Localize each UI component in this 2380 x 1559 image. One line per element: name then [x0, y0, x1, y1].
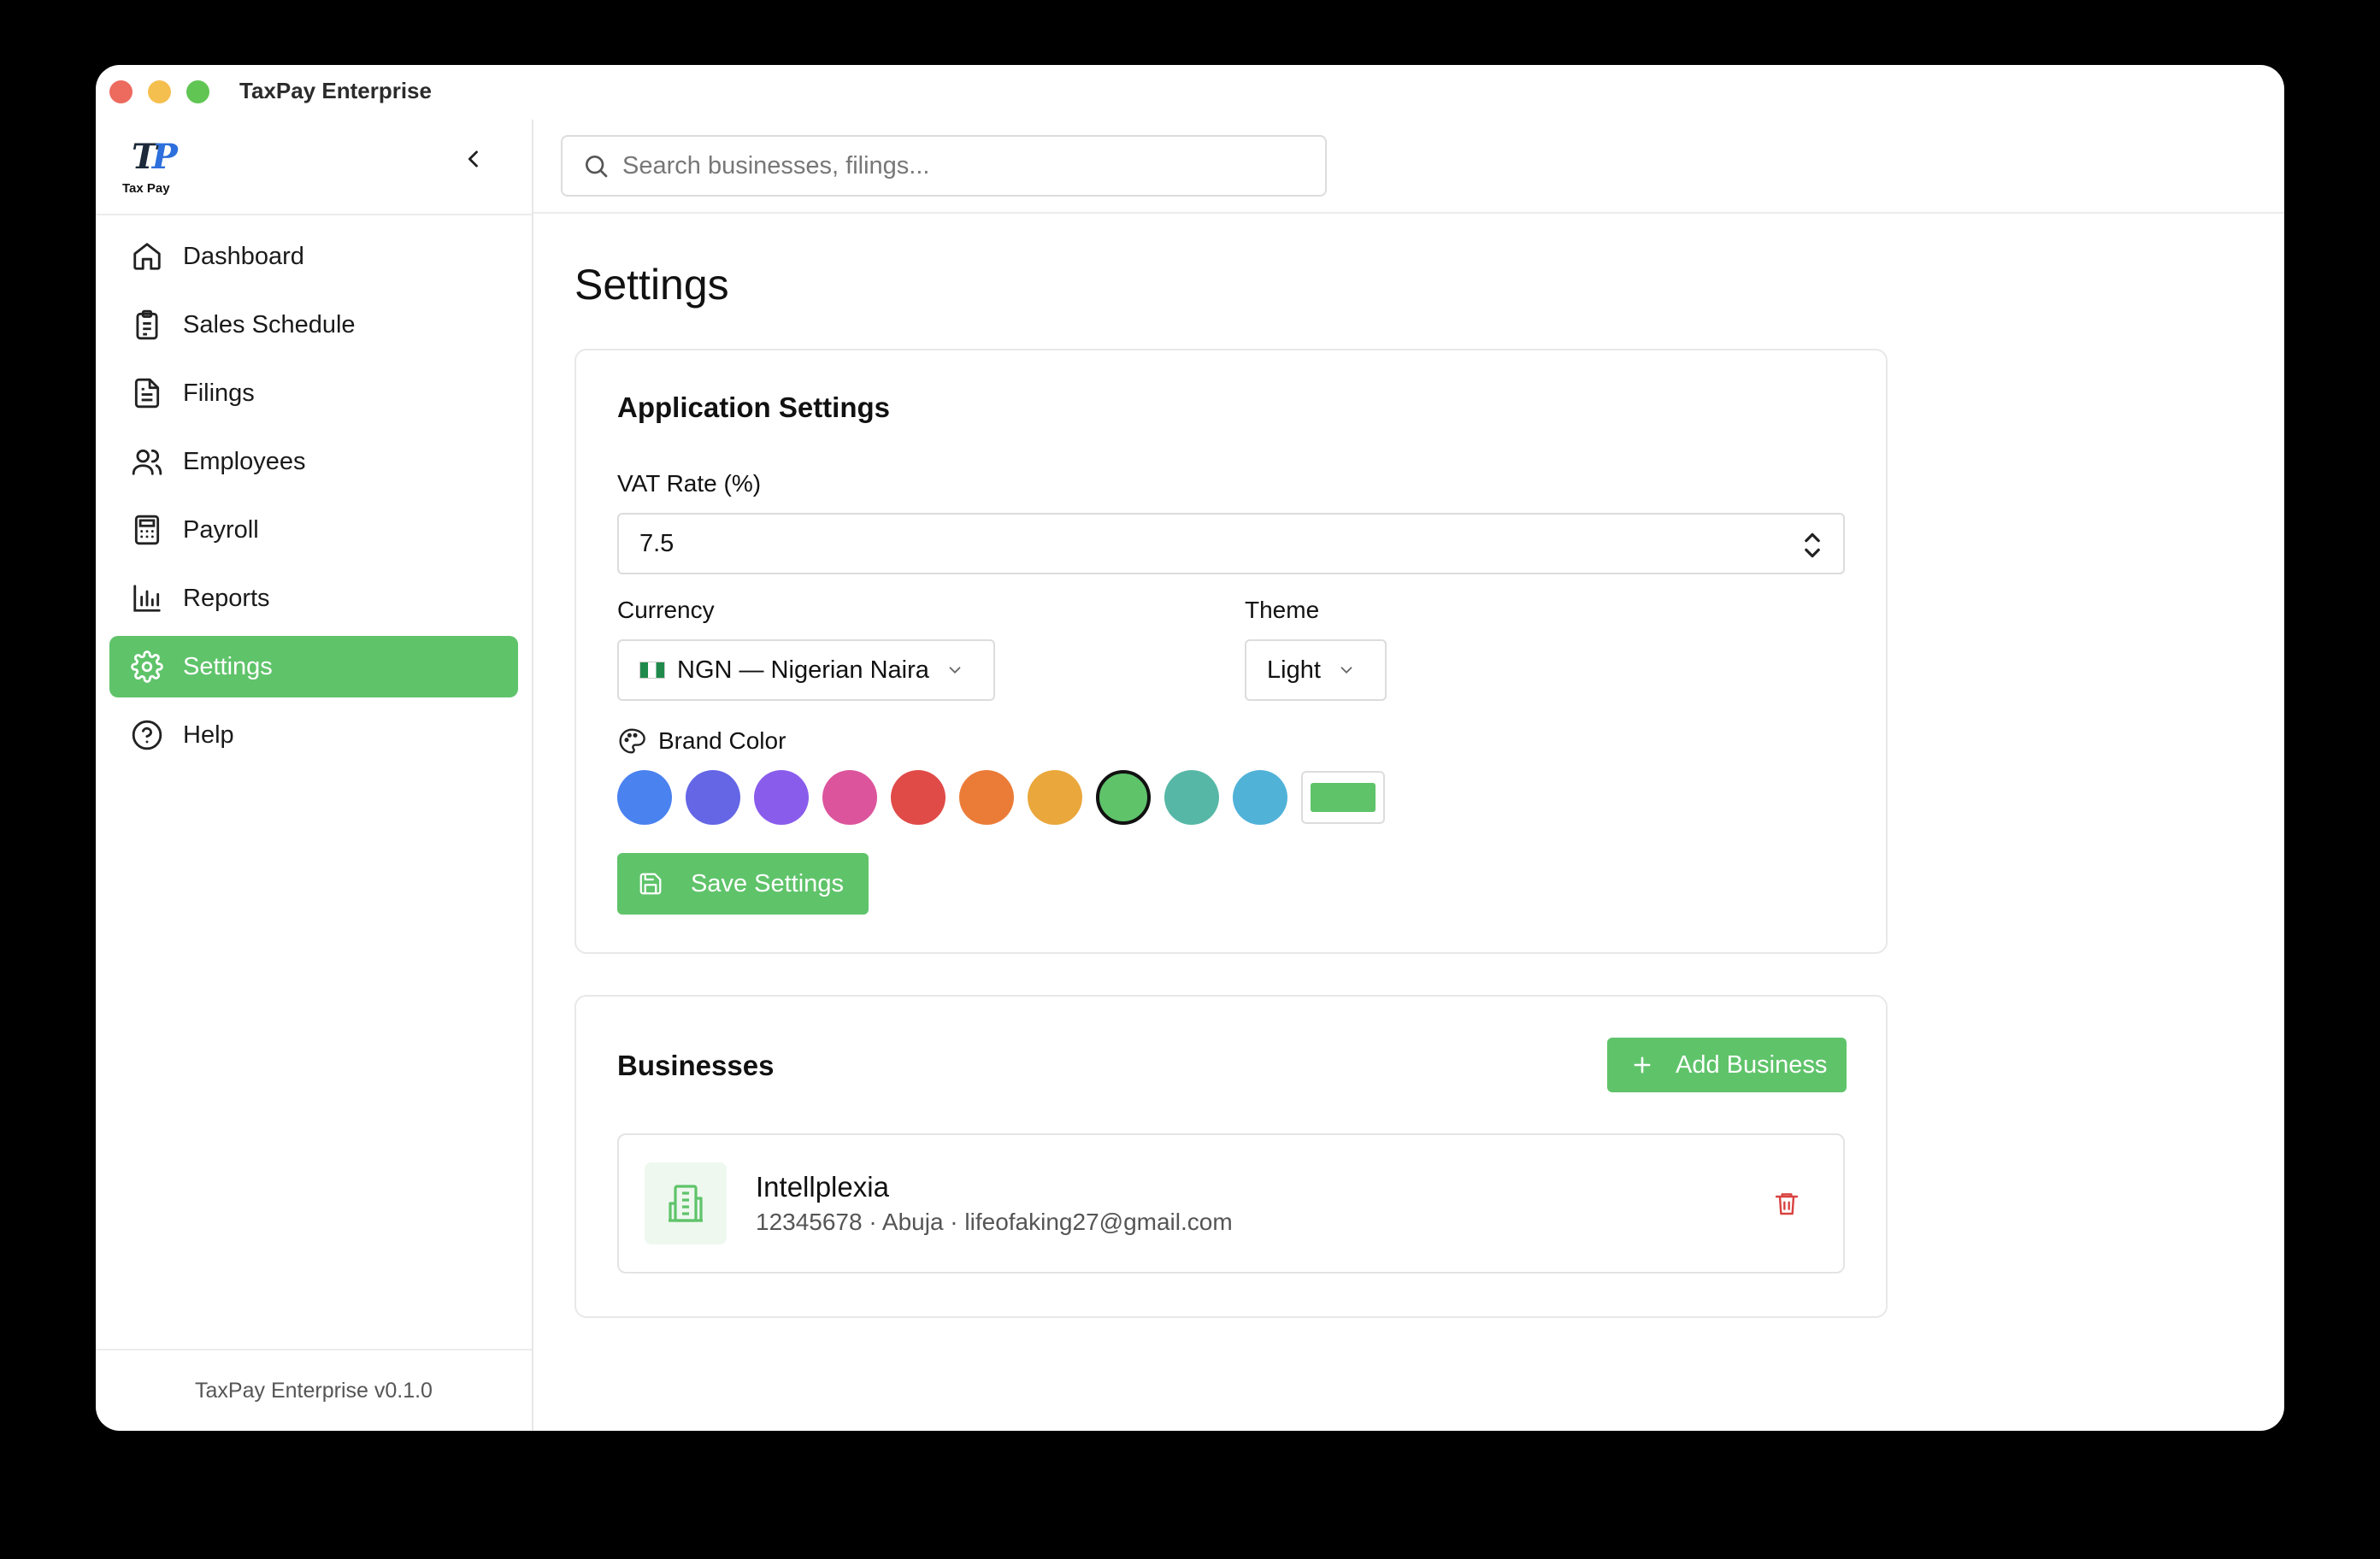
application-settings-card: Application Settings VAT Rate (%) 7.5 Cu… [574, 349, 1888, 954]
search-icon [581, 151, 610, 180]
brand-name: Tax Pay [122, 181, 170, 196]
top-bar [533, 120, 2284, 214]
sidebar-item-settings[interactable]: Settings [109, 636, 518, 697]
vat-rate-label: VAT Rate (%) [617, 470, 762, 497]
color-swatch-teal[interactable] [1164, 770, 1219, 825]
color-swatch-pink[interactable] [822, 770, 877, 825]
brand-color-swatches [617, 769, 1385, 826]
custom-color-preview [1311, 783, 1376, 812]
document-icon [130, 376, 164, 410]
color-swatch-green[interactable] [1096, 770, 1151, 825]
businesses-card: Businesses Add Business Intellplexia 123… [574, 995, 1888, 1318]
theme-label: Theme [1245, 597, 1320, 623]
calculator-icon [130, 513, 164, 547]
color-swatch-orange[interactable] [959, 770, 1014, 825]
color-swatch-amber[interactable] [1028, 770, 1082, 825]
number-stepper-icon[interactable] [1802, 530, 1823, 561]
brand-logo: TP Tax Pay [121, 137, 181, 197]
page-title: Settings [574, 261, 729, 309]
plus-icon [1628, 1050, 1657, 1080]
application-settings-title: Application Settings [617, 391, 891, 423]
clipboard-icon [130, 308, 164, 342]
home-icon [130, 239, 164, 274]
search-box[interactable] [561, 135, 1327, 197]
bar-chart-icon [130, 581, 164, 615]
vat-rate-input[interactable]: 7.5 [617, 513, 1845, 574]
brand-color-label: Brand Color [658, 727, 786, 754]
sidebar-item-label: Reports [183, 584, 270, 612]
minimize-window-button[interactable] [148, 80, 171, 103]
main-content: Settings Application Settings VAT Rate (… [533, 120, 2284, 1431]
color-swatch-purple[interactable] [754, 770, 809, 825]
theme-select[interactable]: Light [1245, 639, 1387, 701]
title-bar: TaxPay Enterprise [96, 65, 2284, 120]
business-name: Intellplexia [756, 1171, 889, 1203]
color-swatch-sky[interactable] [1233, 770, 1287, 825]
color-swatch-blue[interactable] [617, 770, 672, 825]
custom-color-picker[interactable] [1301, 771, 1385, 824]
sidebar-item-label: Payroll [183, 515, 259, 544]
palette-icon [617, 727, 646, 756]
window-title: TaxPay Enterprise [239, 78, 432, 103]
sidebar-item-label: Filings [183, 379, 255, 407]
gear-icon [130, 650, 164, 684]
add-business-label: Add Business [1676, 1050, 1828, 1079]
business-details: 12345678 · Abuja · lifeofaking27@gmail.c… [756, 1209, 1233, 1235]
sidebar-item-help[interactable]: Help [109, 704, 518, 766]
businesses-title: Businesses [617, 1050, 775, 1081]
sidebar-item-label: Dashboard [183, 242, 304, 270]
save-icon [636, 869, 665, 898]
help-circle-icon [130, 718, 164, 752]
theme-value: Light [1267, 656, 1321, 684]
vat-rate-value: 7.5 [639, 529, 675, 557]
search-input[interactable] [622, 151, 1325, 180]
trash-icon [1775, 1193, 1799, 1215]
nigeria-flag-icon [639, 662, 665, 679]
maximize-window-button[interactable] [186, 80, 209, 103]
sidebar-item-sales-schedule[interactable]: Sales Schedule [109, 294, 518, 356]
sidebar-item-payroll[interactable]: Payroll [109, 499, 518, 561]
sidebar-divider [96, 214, 532, 215]
brand-color-label-row: Brand Color [617, 727, 786, 756]
save-settings-label: Save Settings [691, 869, 844, 897]
sidebar: TP Tax Pay Dashboard Sales Schedule Fili… [96, 120, 533, 1431]
currency-select[interactable]: NGN — Nigerian Naira [617, 639, 995, 701]
sidebar-item-employees[interactable]: Employees [109, 431, 518, 492]
chevron-down-icon [1336, 660, 1357, 680]
color-swatch-indigo[interactable] [686, 770, 740, 825]
sidebar-item-filings[interactable]: Filings [109, 362, 518, 424]
sidebar-item-dashboard[interactable]: Dashboard [109, 226, 518, 287]
app-window: TaxPay Enterprise TP Tax Pay Dashboard S… [96, 65, 2284, 1431]
app-version: TaxPay Enterprise v0.1.0 [96, 1349, 532, 1431]
sidebar-item-label: Settings [183, 652, 273, 680]
sidebar-item-label: Sales Schedule [183, 310, 356, 338]
color-swatch-red[interactable] [891, 770, 946, 825]
sidebar-item-reports[interactable]: Reports [109, 568, 518, 629]
business-list-item[interactable]: Intellplexia 12345678 · Abuja · lifeofak… [617, 1133, 1845, 1274]
chevron-down-icon [945, 660, 965, 680]
delete-business-button[interactable] [1768, 1185, 1806, 1222]
sidebar-item-label: Help [183, 721, 234, 749]
sidebar-item-label: Employees [183, 447, 306, 475]
collapse-sidebar-button[interactable] [455, 140, 492, 178]
sidebar-nav: Dashboard Sales Schedule Filings Employe… [109, 226, 518, 773]
brand-logo-mark: TP [132, 137, 178, 177]
building-icon [645, 1162, 727, 1244]
users-icon [130, 444, 164, 479]
currency-label: Currency [617, 597, 715, 623]
save-settings-button[interactable]: Save Settings [617, 853, 869, 915]
currency-value: NGN — Nigerian Naira [677, 656, 929, 684]
add-business-button[interactable]: Add Business [1607, 1038, 1847, 1092]
close-window-button[interactable] [109, 80, 133, 103]
chevron-left-icon [468, 150, 478, 168]
